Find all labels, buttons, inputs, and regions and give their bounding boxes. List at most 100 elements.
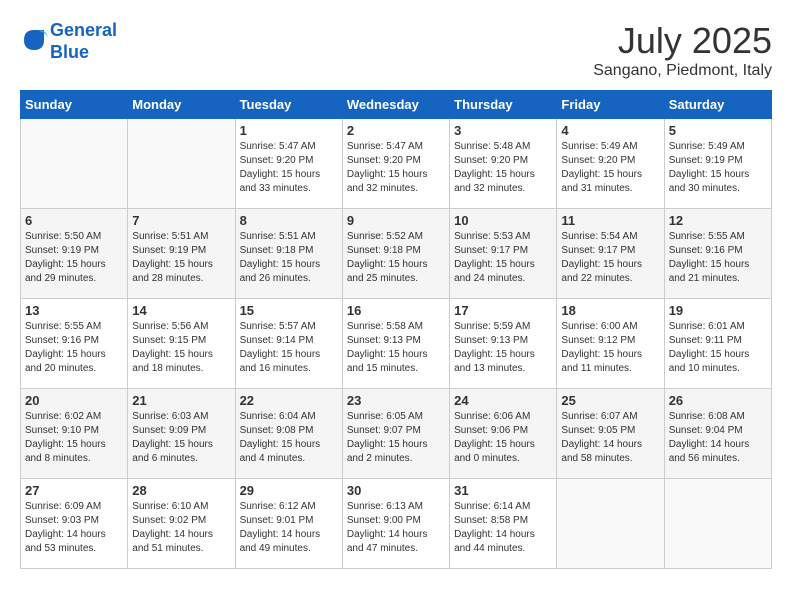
calendar-day-cell	[128, 119, 235, 209]
day-number: 16	[347, 303, 445, 318]
calendar-day-cell: 31 Sunrise: 6:14 AMSunset: 8:58 PMDayligh…	[450, 479, 557, 569]
day-info: Sunrise: 6:04 AMSunset: 9:08 PMDaylight:…	[240, 410, 338, 466]
calendar-day-cell: 30 Sunrise: 6:13 AMSunset: 9:00 PMDayligh…	[342, 479, 449, 569]
day-info: Sunrise: 5:47 AMSunset: 9:20 PMDaylight:…	[347, 140, 445, 196]
day-info: Sunrise: 6:07 AMSunset: 9:05 PMDaylight:…	[561, 410, 659, 466]
day-number: 5	[669, 123, 767, 138]
weekday-header-row: SundayMondayTuesdayWednesdayThursdayFrid…	[21, 91, 772, 119]
calendar-day-cell: 9 Sunrise: 5:52 AMSunset: 9:18 PMDaylight…	[342, 209, 449, 299]
calendar-day-cell: 23 Sunrise: 6:05 AMSunset: 9:07 PMDayligh…	[342, 389, 449, 479]
day-info: Sunrise: 6:12 AMSunset: 9:01 PMDaylight:…	[240, 500, 338, 556]
calendar-day-cell: 3 Sunrise: 5:48 AMSunset: 9:20 PMDaylight…	[450, 119, 557, 209]
calendar-day-cell: 7 Sunrise: 5:51 AMSunset: 9:19 PMDaylight…	[128, 209, 235, 299]
weekday-header: Thursday	[450, 91, 557, 119]
day-info: Sunrise: 6:06 AMSunset: 9:06 PMDaylight:…	[454, 410, 552, 466]
weekday-header: Saturday	[664, 91, 771, 119]
day-info: Sunrise: 6:02 AMSunset: 9:10 PMDaylight:…	[25, 410, 123, 466]
day-number: 19	[669, 303, 767, 318]
day-number: 29	[240, 483, 338, 498]
calendar-day-cell: 27 Sunrise: 6:09 AMSunset: 9:03 PMDayligh…	[21, 479, 128, 569]
day-info: Sunrise: 6:08 AMSunset: 9:04 PMDaylight:…	[669, 410, 767, 466]
day-number: 12	[669, 213, 767, 228]
day-info: Sunrise: 5:56 AMSunset: 9:15 PMDaylight:…	[132, 320, 230, 376]
day-info: Sunrise: 5:49 AMSunset: 9:20 PMDaylight:…	[561, 140, 659, 196]
location-title: Sangano, Piedmont, Italy	[593, 62, 772, 80]
day-number: 7	[132, 213, 230, 228]
calendar-day-cell: 10Sunrise: 5:53 AMSunset: 9:17 PMDayligh…	[450, 209, 557, 299]
calendar-week-row: 6Sunrise: 5:50 AMSunset: 9:19 PMDaylight…	[21, 209, 772, 299]
day-info: Sunrise: 5:51 AMSunset: 9:18 PMDaylight:…	[240, 230, 338, 286]
calendar-day-cell: 5Sunrise: 5:49 AMSunset: 9:19 PMDaylight…	[664, 119, 771, 209]
weekday-header: Sunday	[21, 91, 128, 119]
calendar-day-cell: 15 Sunrise: 5:57 AMSunset: 9:14 PMDayligh…	[235, 299, 342, 389]
weekday-header: Wednesday	[342, 91, 449, 119]
weekday-header: Tuesday	[235, 91, 342, 119]
calendar-week-row: 20 Sunrise: 6:02 AMSunset: 9:10 PMDayligh…	[21, 389, 772, 479]
calendar-table: SundayMondayTuesdayWednesdayThursdayFrid…	[20, 90, 772, 569]
day-number: 22	[240, 393, 338, 408]
calendar-day-cell: 25 Sunrise: 6:07 AMSunset: 9:05 PMDayligh…	[557, 389, 664, 479]
day-number: 15	[240, 303, 338, 318]
calendar-week-row: 1 Sunrise: 5:47 AMSunset: 9:20 PMDaylight…	[21, 119, 772, 209]
calendar-day-cell: 13Sunrise: 5:55 AMSunset: 9:16 PMDayligh…	[21, 299, 128, 389]
calendar-day-cell: 16Sunrise: 5:58 AMSunset: 9:13 PMDayligh…	[342, 299, 449, 389]
day-info: Sunrise: 5:51 AMSunset: 9:19 PMDaylight:…	[132, 230, 230, 286]
calendar-day-cell: 4 Sunrise: 5:49 AMSunset: 9:20 PMDaylight…	[557, 119, 664, 209]
day-number: 26	[669, 393, 767, 408]
day-info: Sunrise: 5:48 AMSunset: 9:20 PMDaylight:…	[454, 140, 552, 196]
calendar-day-cell: 21 Sunrise: 6:03 AMSunset: 9:09 PMDayligh…	[128, 389, 235, 479]
day-info: Sunrise: 5:54 AMSunset: 9:17 PMDaylight:…	[561, 230, 659, 286]
day-number: 8	[240, 213, 338, 228]
logo-icon	[20, 26, 48, 54]
calendar-day-cell	[21, 119, 128, 209]
day-number: 4	[561, 123, 659, 138]
weekday-header: Friday	[557, 91, 664, 119]
day-info: Sunrise: 6:10 AMSunset: 9:02 PMDaylight:…	[132, 500, 230, 556]
day-number: 31	[454, 483, 552, 498]
day-number: 9	[347, 213, 445, 228]
calendar-day-cell: 11Sunrise: 5:54 AMSunset: 9:17 PMDayligh…	[557, 209, 664, 299]
day-number: 25	[561, 393, 659, 408]
day-number: 28	[132, 483, 230, 498]
logo-blue: Blue	[50, 42, 89, 62]
month-title: July 2025	[593, 20, 772, 62]
day-info: Sunrise: 6:13 AMSunset: 9:00 PMDaylight:…	[347, 500, 445, 556]
logo-general: General	[50, 20, 117, 40]
day-number: 27	[25, 483, 123, 498]
day-number: 20	[25, 393, 123, 408]
day-info: Sunrise: 6:00 AMSunset: 9:12 PMDaylight:…	[561, 320, 659, 376]
calendar-day-cell: 28 Sunrise: 6:10 AMSunset: 9:02 PMDayligh…	[128, 479, 235, 569]
day-info: Sunrise: 5:55 AMSunset: 9:16 PMDaylight:…	[669, 230, 767, 286]
page-header: General Blue July 2025 Sangano, Piedmont…	[20, 20, 772, 80]
calendar-day-cell: 1 Sunrise: 5:47 AMSunset: 9:20 PMDaylight…	[235, 119, 342, 209]
day-info: Sunrise: 5:59 AMSunset: 9:13 PMDaylight:…	[454, 320, 552, 376]
calendar-day-cell: 24 Sunrise: 6:06 AMSunset: 9:06 PMDayligh…	[450, 389, 557, 479]
day-number: 2	[347, 123, 445, 138]
calendar-day-cell	[557, 479, 664, 569]
day-info: Sunrise: 6:14 AMSunset: 8:58 PMDaylight:…	[454, 500, 552, 556]
day-number: 21	[132, 393, 230, 408]
day-info: Sunrise: 6:09 AMSunset: 9:03 PMDaylight:…	[25, 500, 123, 556]
calendar-day-cell: 20 Sunrise: 6:02 AMSunset: 9:10 PMDayligh…	[21, 389, 128, 479]
day-info: Sunrise: 5:52 AMSunset: 9:18 PMDaylight:…	[347, 230, 445, 286]
day-info: Sunrise: 6:05 AMSunset: 9:07 PMDaylight:…	[347, 410, 445, 466]
day-number: 24	[454, 393, 552, 408]
day-number: 17	[454, 303, 552, 318]
calendar-day-cell: 8 Sunrise: 5:51 AMSunset: 9:18 PMDaylight…	[235, 209, 342, 299]
calendar-day-cell: 6Sunrise: 5:50 AMSunset: 9:19 PMDaylight…	[21, 209, 128, 299]
day-number: 1	[240, 123, 338, 138]
calendar-day-cell: 14 Sunrise: 5:56 AMSunset: 9:15 PMDayligh…	[128, 299, 235, 389]
day-info: Sunrise: 5:47 AMSunset: 9:20 PMDaylight:…	[240, 140, 338, 196]
calendar-week-row: 27 Sunrise: 6:09 AMSunset: 9:03 PMDayligh…	[21, 479, 772, 569]
day-number: 6	[25, 213, 123, 228]
title-block: July 2025 Sangano, Piedmont, Italy	[593, 20, 772, 80]
day-info: Sunrise: 5:53 AMSunset: 9:17 PMDaylight:…	[454, 230, 552, 286]
day-number: 3	[454, 123, 552, 138]
day-number: 23	[347, 393, 445, 408]
day-number: 14	[132, 303, 230, 318]
day-info: Sunrise: 6:03 AMSunset: 9:09 PMDaylight:…	[132, 410, 230, 466]
day-number: 30	[347, 483, 445, 498]
day-info: Sunrise: 5:55 AMSunset: 9:16 PMDaylight:…	[25, 320, 123, 376]
day-info: Sunrise: 5:57 AMSunset: 9:14 PMDaylight:…	[240, 320, 338, 376]
calendar-day-cell: 17 Sunrise: 5:59 AMSunset: 9:13 PMDayligh…	[450, 299, 557, 389]
